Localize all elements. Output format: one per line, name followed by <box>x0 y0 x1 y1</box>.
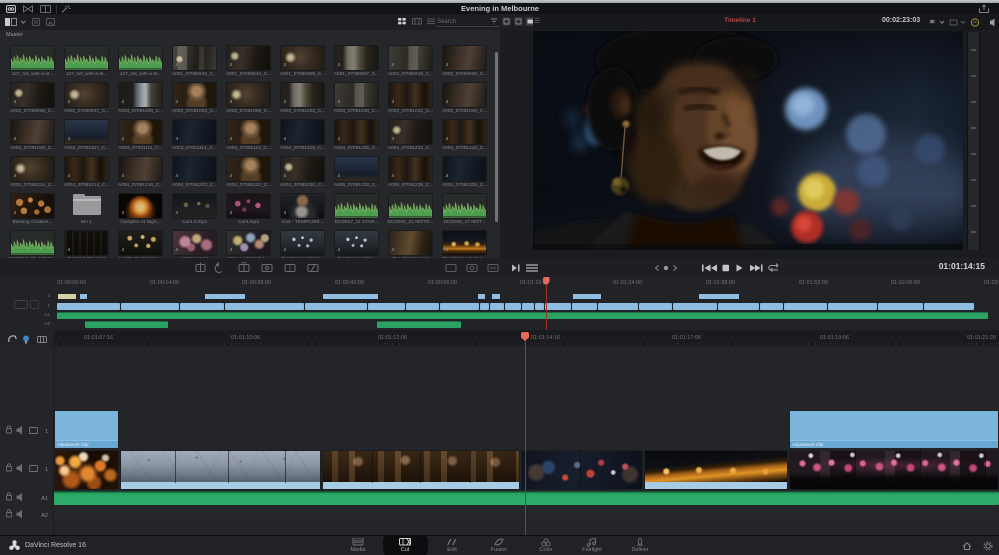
svg-text:A2: A2 <box>41 513 48 519</box>
svg-text:1: 1 <box>45 429 48 435</box>
svg-text:A1: A1 <box>41 496 48 502</box>
svg-text:1: 1 <box>45 467 48 473</box>
